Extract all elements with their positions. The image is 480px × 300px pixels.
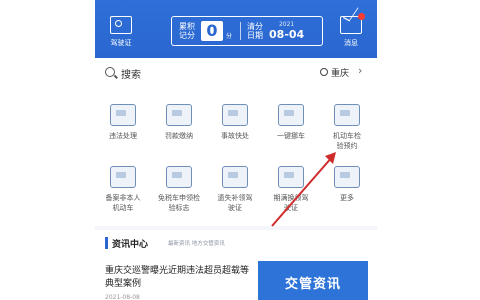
news-subtitle: 最新资讯 地方交管资讯 xyxy=(168,241,225,247)
service-renew-license[interactable]: 期满换领驾驶证 xyxy=(263,166,319,213)
news-title: 资讯中心 xyxy=(112,240,149,250)
section-accent-bar xyxy=(105,237,108,249)
service-label: 一键挪车 xyxy=(277,132,305,140)
receipt-icon xyxy=(166,104,192,126)
search-placeholder: 搜索 xyxy=(121,70,141,81)
messages-button[interactable]: 消息 xyxy=(331,13,371,48)
envelope-icon xyxy=(340,13,365,34)
accident-icon xyxy=(222,104,248,126)
service-label: 备案非本人机动车 xyxy=(105,194,141,212)
service-more[interactable]: 更多 xyxy=(319,166,375,203)
points-value: 0 xyxy=(201,21,223,41)
car-icon xyxy=(110,104,136,126)
clear-date: 2021 08-04 xyxy=(269,21,304,41)
news-section: 资讯中心 最新资讯 地方交管资讯 重庆交巡警曝光近期违法超员超载等典型案例 20… xyxy=(95,230,377,300)
search-bar[interactable]: 搜索 重庆 › xyxy=(95,58,377,89)
license-renew-icon xyxy=(278,166,304,188)
news-article-title[interactable]: 重庆交巡警曝光近期违法超员超载等典型案例 xyxy=(105,265,255,291)
service-fine-payment[interactable]: 罚款缴纳 xyxy=(151,104,207,141)
app-screen: 驾驶证 累积记分 0 分 清分日期 2021 08-04 消息 搜索 重庆 › xyxy=(95,0,377,300)
service-label: 遗失补领驾驶证 xyxy=(217,194,253,212)
chevron-right-icon: › xyxy=(358,64,363,77)
service-inspection-booking[interactable]: 机动车检验预约 xyxy=(319,104,375,151)
service-label: 违法处理 xyxy=(109,132,137,140)
news-article-date: 2021-08-08 xyxy=(105,294,140,300)
clear-year: 2021 xyxy=(278,21,295,28)
search-icon xyxy=(105,67,115,77)
service-register-vehicle[interactable]: 备案非本人机动车 xyxy=(95,166,151,213)
points-unit: 分 xyxy=(226,32,233,40)
points-label: 累积记分 xyxy=(179,22,195,40)
news-banner[interactable]: 交管资讯 xyxy=(258,261,368,300)
service-label: 罚款缴纳 xyxy=(165,132,193,140)
clear-date-label: 清分日期 xyxy=(240,22,265,40)
phone-car-icon xyxy=(278,104,304,126)
clear-month-day: 08-04 xyxy=(269,28,305,41)
inspection-icon xyxy=(334,104,360,126)
city-selector[interactable]: 重庆 xyxy=(331,66,349,79)
document-icon xyxy=(110,166,136,188)
driver-license-label: 驾驶证 xyxy=(110,39,132,47)
driver-license-button[interactable]: 驾驶证 xyxy=(101,16,141,48)
service-label: 期满换领驾驶证 xyxy=(273,194,309,212)
service-label: 免税车申领检验标志 xyxy=(158,194,200,212)
service-label: 机动车检验预约 xyxy=(333,132,361,150)
service-move-car[interactable]: 一键挪车 xyxy=(263,104,319,141)
unread-dot xyxy=(358,13,365,20)
diamond-icon xyxy=(166,166,192,188)
location-icon xyxy=(320,68,328,76)
id-card-icon xyxy=(110,16,132,34)
messages-label: 消息 xyxy=(344,39,358,47)
service-grid: 违法处理 罚款缴纳 事故快处 一键挪车 机动车检验预约 备案非本人机动车 免税车… xyxy=(95,88,377,226)
top-header: 驾驶证 累积记分 0 分 清分日期 2021 08-04 消息 xyxy=(95,0,377,58)
service-violation-handling[interactable]: 违法处理 xyxy=(95,104,151,141)
points-panel[interactable]: 累积记分 0 分 清分日期 2021 08-04 xyxy=(171,16,323,46)
license-icon xyxy=(222,166,248,188)
more-icon xyxy=(334,166,360,188)
service-lost-license[interactable]: 遗失补领驾驶证 xyxy=(207,166,263,213)
service-label: 更多 xyxy=(340,194,354,202)
service-label: 事故快处 xyxy=(221,132,249,140)
service-accident-quick[interactable]: 事故快处 xyxy=(207,104,263,141)
service-tax-free-sticker[interactable]: 免税车申领检验标志 xyxy=(151,166,207,213)
